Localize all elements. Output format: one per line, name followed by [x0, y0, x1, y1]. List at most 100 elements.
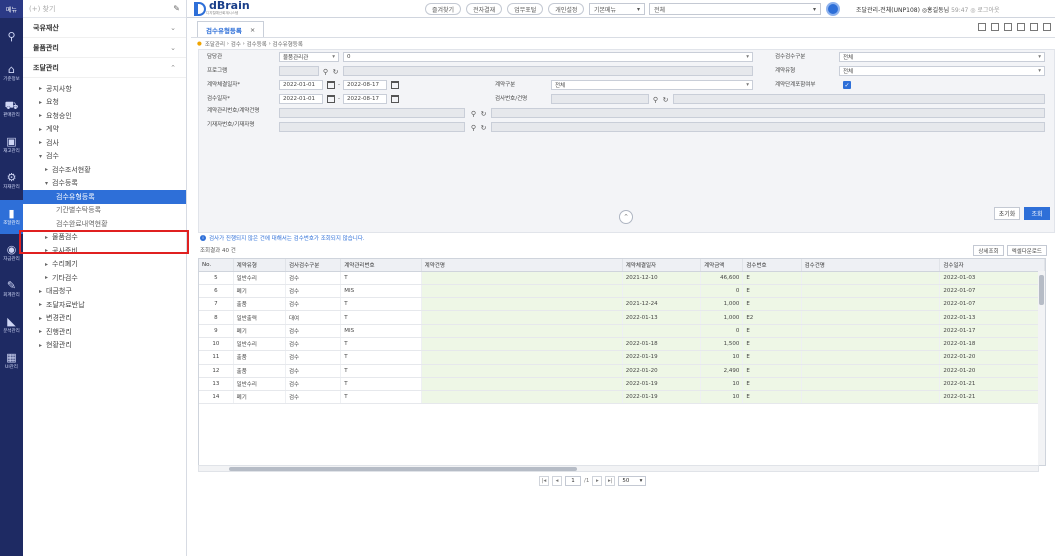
rail-item[interactable]: ▮ 조달관리	[0, 200, 23, 234]
rail-item[interactable]: ⚙ 자재관리	[0, 164, 23, 198]
search-icon[interactable]: ⚲	[651, 95, 660, 104]
menu-section[interactable]: 조달관리 ⌃	[23, 58, 186, 78]
menu-item[interactable]: ▸ 기타검수	[23, 271, 186, 285]
menu-item[interactable]: 검수완료내역현황	[23, 217, 186, 231]
last-page-button[interactable]: ▸|	[605, 476, 616, 486]
menu-item[interactable]: ▸ 진행관리	[23, 325, 186, 339]
menu-item-selected[interactable]: 검수유형등록	[23, 190, 186, 204]
collapse-icon[interactable]: ⌃	[619, 210, 633, 224]
page-input[interactable]: 1	[565, 476, 581, 486]
refresh-icon[interactable]: ↻	[479, 109, 488, 118]
column-header[interactable]: 검수건명	[801, 259, 941, 272]
next-page-button[interactable]: ▸	[592, 476, 603, 486]
menu-item[interactable]: ▸ 대금청구	[23, 285, 186, 299]
asset-no-field[interactable]	[279, 122, 465, 132]
menu-search-select[interactable]: 전체 ▾	[649, 3, 821, 15]
top-button[interactable]: 전자결재	[466, 3, 503, 15]
search-icon[interactable]: ⚲	[469, 123, 478, 132]
column-header[interactable]: 계약유형	[233, 259, 286, 272]
table-row[interactable]: 5 일반수리 검수 T 2021-12-10 46,600 E 2022-01-03	[199, 271, 1045, 285]
menu-item[interactable]: 기간별수탁등록	[23, 204, 186, 218]
menu-item[interactable]: ▸ 요청승인	[23, 109, 186, 123]
column-header[interactable]: 계약관리번호	[340, 259, 422, 272]
menu-item[interactable]: ▸ 조달자료반납	[23, 298, 186, 312]
contract-type-select[interactable]: 전체 ▾	[839, 66, 1045, 76]
table-row[interactable]: 14 폐기 검수 T 2022-01-19 10 E 2022-01-21	[199, 390, 1045, 405]
search-icon[interactable]: ⚲	[321, 67, 330, 76]
menu-item[interactable]: ▸ 현황관리	[23, 339, 186, 353]
inspect-type-select[interactable]: 전체 ▾	[839, 52, 1045, 62]
table-row[interactable]: 9 폐기 검수 MIS 0 E 2022-01-17	[199, 324, 1045, 338]
table-row[interactable]: 11 출품 검수 T 2022-01-19 10 E 2022-01-20	[199, 350, 1045, 365]
rail-item[interactable]: ▦ UI관리	[0, 344, 23, 378]
reset-button[interactable]: 초기화	[994, 207, 1020, 220]
table-row[interactable]: 10 일반수리 검수 T 2022-01-18 1,500 E 2022-01-18	[199, 337, 1045, 352]
contract-date-from[interactable]: 2022-01-01	[279, 80, 323, 90]
close-tab-icon[interactable]: ×	[250, 26, 255, 34]
prev-page-button[interactable]: ◂	[552, 476, 562, 486]
contract-date-to[interactable]: 2022-08-17	[343, 80, 387, 90]
search-button[interactable]: 조회	[1024, 207, 1050, 220]
menu-search-input[interactable]: (+) 찾기	[29, 4, 55, 14]
include-done-checkbox[interactable]: ✓	[843, 81, 851, 89]
session-timer[interactable]: 59:47 ◎ 로그아웃	[951, 7, 999, 14]
excel-download-button[interactable]: 엑셀다운로드	[1006, 245, 1047, 256]
calendar-icon[interactable]	[327, 95, 335, 103]
refresh-icon[interactable]: ↻	[331, 67, 340, 76]
rail-item[interactable]: ⛟ 판매관리	[0, 92, 23, 126]
menu-search[interactable]: (+) 찾기 ✎	[23, 0, 186, 18]
window-icon[interactable]	[1030, 23, 1038, 31]
menu-item[interactable]: ▸ 검수조서현황	[23, 163, 186, 177]
rail-item[interactable]: ⚲	[0, 20, 23, 54]
list-icon[interactable]	[1017, 23, 1025, 31]
refresh-icon[interactable]: ↻	[661, 95, 670, 104]
rail-item[interactable]: ◣ 분석관리	[0, 308, 23, 342]
column-header[interactable]: 검수번호	[742, 259, 802, 272]
column-header[interactable]: 계약건명	[421, 259, 623, 272]
tab-inspection-type[interactable]: 검수유형등록 ×	[197, 21, 265, 37]
menu-item[interactable]: ▸ 변경관리	[23, 312, 186, 326]
calendar-icon[interactable]	[327, 81, 335, 89]
dbrain-logo[interactable]: dBrain 디지털예산회계시스템	[194, 0, 250, 16]
search-icon[interactable]: ⚲	[469, 109, 478, 118]
grid-icon[interactable]	[991, 23, 999, 31]
menu-item[interactable]: ▸ 공사준비	[23, 244, 186, 258]
pin-icon[interactable]: ✎	[173, 4, 180, 13]
globe-icon[interactable]	[826, 2, 840, 16]
table-row[interactable]: 6 폐기 검수 MIS 0 E 2022-01-07	[199, 284, 1045, 299]
rail-item[interactable]: ◉ 자금관리	[0, 236, 23, 270]
rail-item[interactable]: ▣ 재고관리	[0, 128, 23, 162]
column-header[interactable]: 검사검수구분	[285, 259, 342, 272]
calendar-icon[interactable]	[391, 95, 399, 103]
menu-section[interactable]: 물품관리 ⌄	[23, 38, 186, 58]
top-button[interactable]: 업무포털	[507, 3, 544, 15]
calendar-icon[interactable]	[391, 81, 399, 89]
menu-section[interactable]: 국유재산 ⌄	[23, 18, 186, 38]
inspect-no-field[interactable]	[551, 94, 649, 104]
rail-menu-button[interactable]: 메뉴	[0, 0, 23, 18]
inspect-date-from[interactable]: 2022-01-01	[279, 94, 323, 104]
menu-item[interactable]: ▾ 검수등록	[23, 177, 186, 191]
contract-no-field[interactable]	[279, 108, 465, 118]
close-window-icon[interactable]	[1043, 23, 1051, 31]
menu-item[interactable]: ▸ 검사	[23, 136, 186, 150]
rail-item[interactable]: ✎ 회계관리	[0, 272, 23, 306]
menu-type-select[interactable]: 기본메뉴 ▾	[589, 3, 645, 15]
top-button[interactable]: 즐겨찾기	[425, 3, 462, 15]
org-select[interactable]: 물품관리관 ▾	[279, 52, 339, 62]
column-header[interactable]: No.	[199, 259, 234, 272]
menu-item[interactable]: ▸ 물품검수	[23, 231, 186, 245]
contract-kind-select[interactable]: 전체 ▾	[551, 80, 753, 90]
refresh-icon[interactable]: ↻	[479, 123, 488, 132]
table-row[interactable]: 8 일반출력 대여 T 2022-01-13 1,000 E2 2022-01-13	[199, 310, 1045, 325]
table-row[interactable]: 12 출품 검수 T 2022-01-20 2,490 E 2022-01-20	[199, 364, 1045, 378]
column-header[interactable]: 검수일자	[939, 259, 1045, 272]
menu-item[interactable]: ▸ 요청	[23, 96, 186, 110]
program-field[interactable]	[279, 66, 319, 76]
first-page-button[interactable]: |◂	[539, 476, 549, 486]
print-icon[interactable]	[978, 23, 986, 31]
rail-item[interactable]: ⌂ 기준정보	[0, 56, 23, 90]
page-size-select[interactable]: 50 ▾	[618, 476, 647, 486]
top-button[interactable]: 개인설정	[548, 3, 585, 15]
menu-item[interactable]: ▸ 계약	[23, 123, 186, 137]
